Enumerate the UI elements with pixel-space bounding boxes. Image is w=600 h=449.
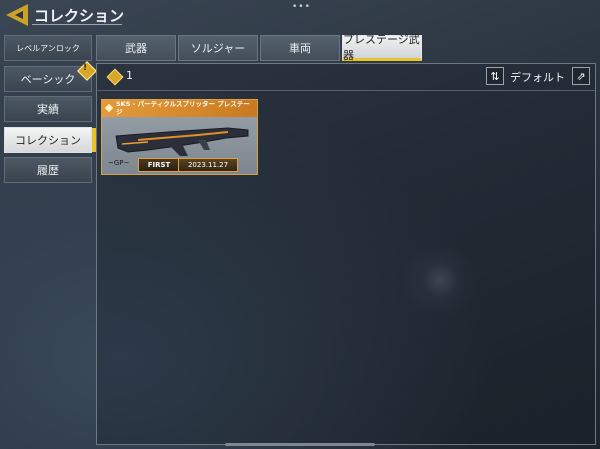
sidebar-item-collection[interactable]: コレクション [4,127,96,153]
sort-icon[interactable]: ⇅ [486,67,504,85]
tab-label: 武器 [125,42,147,55]
tab-prestige-weapons[interactable]: プレステージ武器 [342,33,422,62]
panel-toolbar: 1 ⇅ デフォルト ⇗ [97,64,595,91]
page-title: コレクション [34,7,125,25]
tab-soldiers[interactable]: ソルジャー [178,35,258,61]
item-count: 1 [126,69,133,82]
weapon-card[interactable]: SKS - パーティクルスプリッター プレステージ ~GP~ FIRST 202… [101,99,258,175]
weapon-mark: ~GP~ [108,159,130,167]
back-arrow-icon[interactable] [6,4,28,26]
tab-label: ソルジャー [190,42,246,55]
title-underline [32,24,122,25]
sidebar-item-label: レベルアンロック [16,43,80,53]
card-diamond-icon [104,103,114,113]
sidebar-item-achievements[interactable]: 実績 [4,96,92,122]
card-header: SKS - パーティクルスプリッター プレステージ [102,100,257,117]
tab-label: プレステージ武器 [343,33,420,62]
sort-label[interactable]: デフォルト [510,69,565,85]
handle-dots-icon: ••• [292,2,311,12]
sidebar-item-label: 実績 [37,103,59,116]
sidebar-item-level-unlock[interactable]: レベルアンロック [4,35,92,61]
count-diamond-icon [106,68,124,86]
share-icon[interactable]: ⇗ [572,67,590,85]
scrollbar[interactable] [225,443,375,446]
acquired-date: 2023.11.27 [178,158,238,172]
tab-bar: 武器 ソルジャー 車両 プレステージ武器 [96,33,424,62]
tab-vehicles[interactable]: 車両 [260,35,340,61]
card-title: SKS - パーティクルスプリッター プレステージ [116,100,250,116]
tab-label: 車両 [289,42,311,55]
top-bar: コレクション ••• [0,0,600,30]
tab-weapons[interactable]: 武器 [96,35,176,61]
notification-badge-text: ! [83,63,88,73]
sidebar-item-label: ベーシック [20,73,76,86]
sidebar-item-label: 履歴 [37,164,59,177]
first-badge: FIRST [138,158,180,172]
sidebar-item-label: コレクション [15,134,81,147]
weapon-rifle-icon [115,127,249,156]
collection-panel: 1 ⇅ デフォルト ⇗ SKS - パーティクルスプリッター プレステージ ~G… [96,63,596,445]
sidebar-item-history[interactable]: 履歴 [4,157,92,183]
